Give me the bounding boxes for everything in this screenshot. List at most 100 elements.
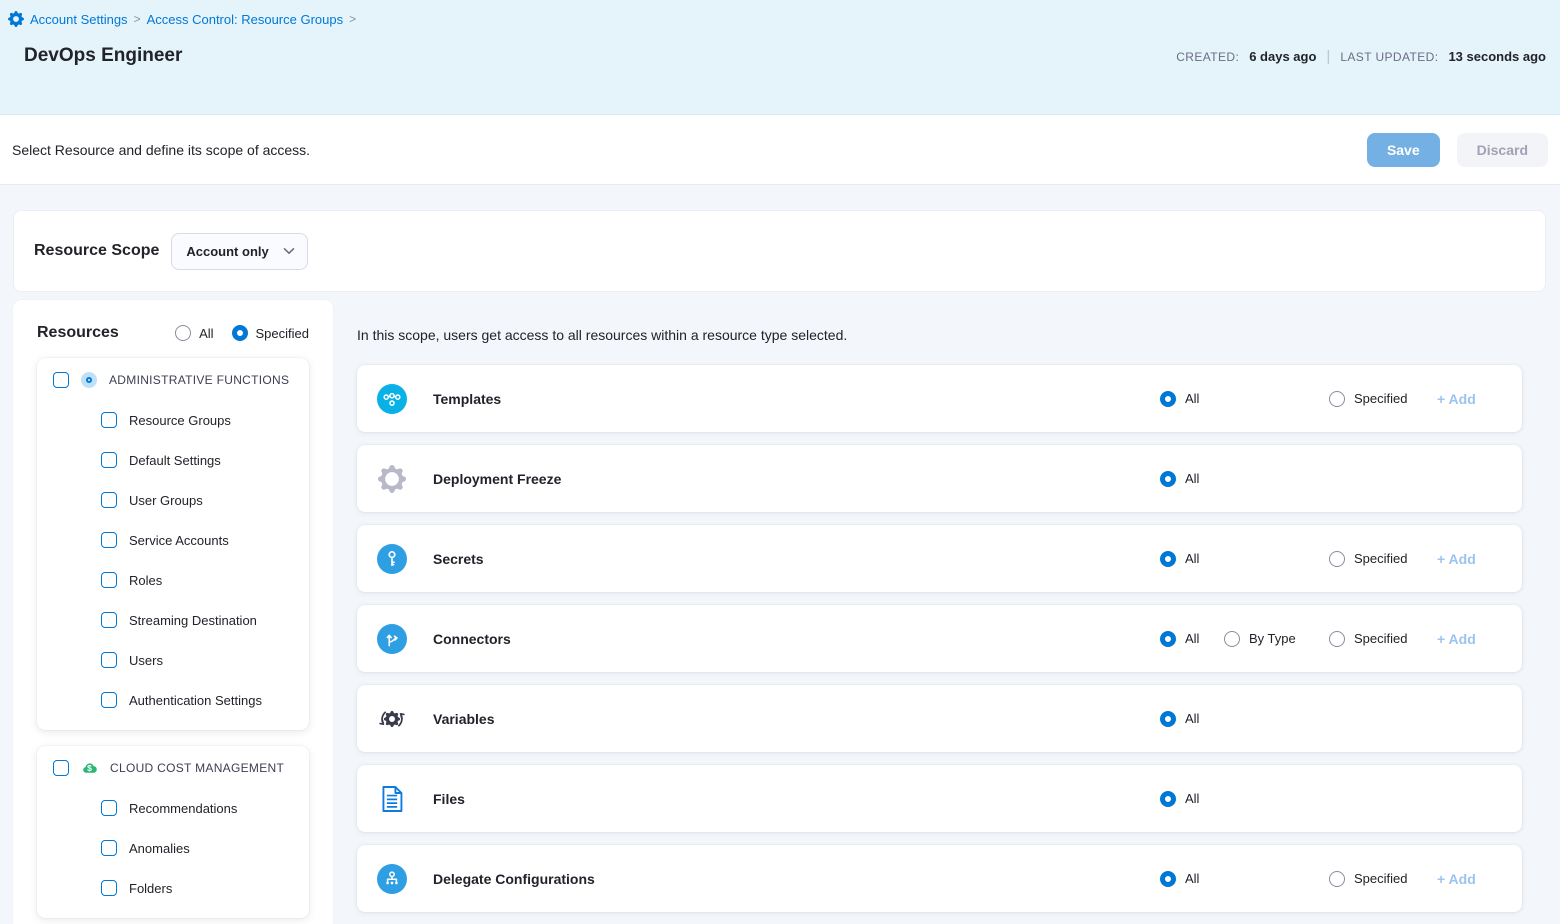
option-label: All <box>1185 471 1199 486</box>
item-checkbox[interactable] <box>101 880 117 896</box>
secrets-icon <box>381 548 403 570</box>
group-title: ADMINISTRATIVE FUNCTIONS <box>109 373 289 387</box>
resource-row-delegate-configurations: Delegate Configurations All Specified + … <box>357 845 1522 912</box>
breadcrumb-link-resource-groups[interactable]: Access Control: Resource Groups <box>147 12 344 27</box>
created-value: 6 days ago <box>1249 49 1316 64</box>
item-checkbox[interactable] <box>101 652 117 668</box>
sidebar-item-resource-groups[interactable]: Resource Groups <box>37 400 309 440</box>
breadcrumb-link-account-settings[interactable]: Account Settings <box>30 12 128 27</box>
templates-radio-all[interactable]: All <box>1160 391 1199 407</box>
item-label: Users <box>129 653 163 668</box>
save-button[interactable]: Save <box>1367 133 1440 167</box>
option-label: All <box>1185 711 1199 726</box>
delegate-configurations-radio-all[interactable]: All <box>1160 871 1199 887</box>
admin-functions-icon <box>81 372 97 388</box>
secrets-radio-specified[interactable]: Specified <box>1329 551 1407 567</box>
group-checkbox[interactable] <box>53 372 69 388</box>
group-title: CLOUD COST MANAGEMENT <box>110 761 284 775</box>
scope-note: In this scope, users get access to all r… <box>357 327 1522 343</box>
item-checkbox[interactable] <box>101 452 117 468</box>
item-label: Roles <box>129 573 162 588</box>
item-checkbox[interactable] <box>101 840 117 856</box>
templates-icon <box>381 388 403 410</box>
delegate-configurations-add-button[interactable]: + Add <box>1437 871 1476 887</box>
connectors-radio-all[interactable]: All <box>1160 631 1199 647</box>
option-label: Specified <box>1354 551 1407 566</box>
radio-specified-label: Specified <box>256 326 309 341</box>
option-label: All <box>1185 631 1199 646</box>
sidebar-item-roles[interactable]: Roles <box>37 560 309 600</box>
toolbar-description: Select Resource and define its scope of … <box>12 142 310 158</box>
secrets-add-button[interactable]: + Add <box>1437 551 1476 567</box>
option-label: Specified <box>1354 871 1407 886</box>
item-checkbox[interactable] <box>101 572 117 588</box>
resource-row-connectors: Connectors All By Type Specified + Add <box>357 605 1522 672</box>
breadcrumb-separator: > <box>349 12 356 26</box>
connectors-add-button[interactable]: + Add <box>1437 631 1476 647</box>
resource-scope-dropdown[interactable]: Account only <box>171 233 307 270</box>
group-cloud-cost-management[interactable]: $ CLOUD COST MANAGEMENT <box>37 754 309 782</box>
resource-scope-label: Resource Scope <box>34 242 159 260</box>
item-checkbox[interactable] <box>101 612 117 628</box>
sidebar-item-users[interactable]: Users <box>37 640 309 680</box>
connectors-radio-specified[interactable]: Specified <box>1329 631 1407 647</box>
last-updated-label: LAST UPDATED: <box>1340 50 1438 64</box>
deployment-freeze-icon <box>378 465 406 493</box>
resources-radio-specified[interactable]: Specified <box>232 325 309 341</box>
page-title: DevOps Engineer <box>24 45 182 67</box>
item-checkbox[interactable] <box>101 412 117 428</box>
resource-scope-selected: Account only <box>186 244 268 259</box>
radio-icon <box>232 325 248 341</box>
resources-sidebar: Resources All Specified <box>13 300 333 924</box>
option-label: All <box>1185 871 1199 886</box>
radio-icon <box>1160 871 1176 887</box>
group-administrative-functions[interactable]: ADMINISTRATIVE FUNCTIONS <box>37 366 309 394</box>
item-checkbox[interactable] <box>101 492 117 508</box>
item-checkbox[interactable] <box>101 692 117 708</box>
sidebar-item-authentication-settings[interactable]: Authentication Settings <box>37 680 309 720</box>
templates-add-button[interactable]: + Add <box>1437 391 1476 407</box>
radio-all-label: All <box>199 326 213 341</box>
item-label: User Groups <box>129 493 203 508</box>
templates-radio-specified[interactable]: Specified <box>1329 391 1407 407</box>
sidebar-item-streaming-destination[interactable]: Streaming Destination <box>37 600 309 640</box>
option-label: All <box>1185 791 1199 806</box>
variables-radio-all[interactable]: All <box>1160 711 1199 727</box>
deployment-freeze-radio-all[interactable]: All <box>1160 471 1199 487</box>
resource-row-files: Files All <box>357 765 1522 832</box>
resource-name: Templates <box>433 391 501 407</box>
resource-name: Connectors <box>433 631 511 647</box>
item-checkbox[interactable] <box>101 800 117 816</box>
group-checkbox[interactable] <box>53 760 69 776</box>
radio-icon <box>1160 551 1176 567</box>
resources-title: Resources <box>37 324 119 342</box>
sidebar-item-folders[interactable]: Folders <box>37 868 309 908</box>
content-area: Resource Scope Account only Resources Al… <box>0 185 1560 924</box>
item-checkbox[interactable] <box>101 532 117 548</box>
sidebar-item-default-settings[interactable]: Default Settings <box>37 440 309 480</box>
action-toolbar: Select Resource and define its scope of … <box>0 115 1560 185</box>
sidebar-item-user-groups[interactable]: User Groups <box>37 480 309 520</box>
files-radio-all[interactable]: All <box>1160 791 1199 807</box>
option-label: By Type <box>1249 631 1296 646</box>
option-label: All <box>1185 551 1199 566</box>
resource-name: Deployment Freeze <box>433 471 561 487</box>
radio-icon <box>1329 391 1345 407</box>
discard-button[interactable]: Discard <box>1457 133 1548 167</box>
radio-icon <box>1329 551 1345 567</box>
delegate-configurations-radio-specified[interactable]: Specified <box>1329 871 1407 887</box>
secrets-radio-all[interactable]: All <box>1160 551 1199 567</box>
sidebar-item-anomalies[interactable]: Anomalies <box>37 828 309 868</box>
sidebar-item-service-accounts[interactable]: Service Accounts <box>37 520 309 560</box>
radio-icon <box>1160 471 1176 487</box>
item-label: Anomalies <box>129 841 190 856</box>
option-label: All <box>1185 391 1199 406</box>
connectors-radio-by-type[interactable]: By Type <box>1224 631 1296 647</box>
radio-icon <box>1224 631 1240 647</box>
sidebar-item-recommendations[interactable]: Recommendations <box>37 788 309 828</box>
resource-group-card: $ CLOUD COST MANAGEMENT Recommendations … <box>37 746 309 918</box>
variables-icon <box>378 705 406 733</box>
cloud-cost-icon: $ <box>81 760 98 776</box>
resources-radio-all[interactable]: All <box>175 325 213 341</box>
item-label: Service Accounts <box>129 533 229 548</box>
